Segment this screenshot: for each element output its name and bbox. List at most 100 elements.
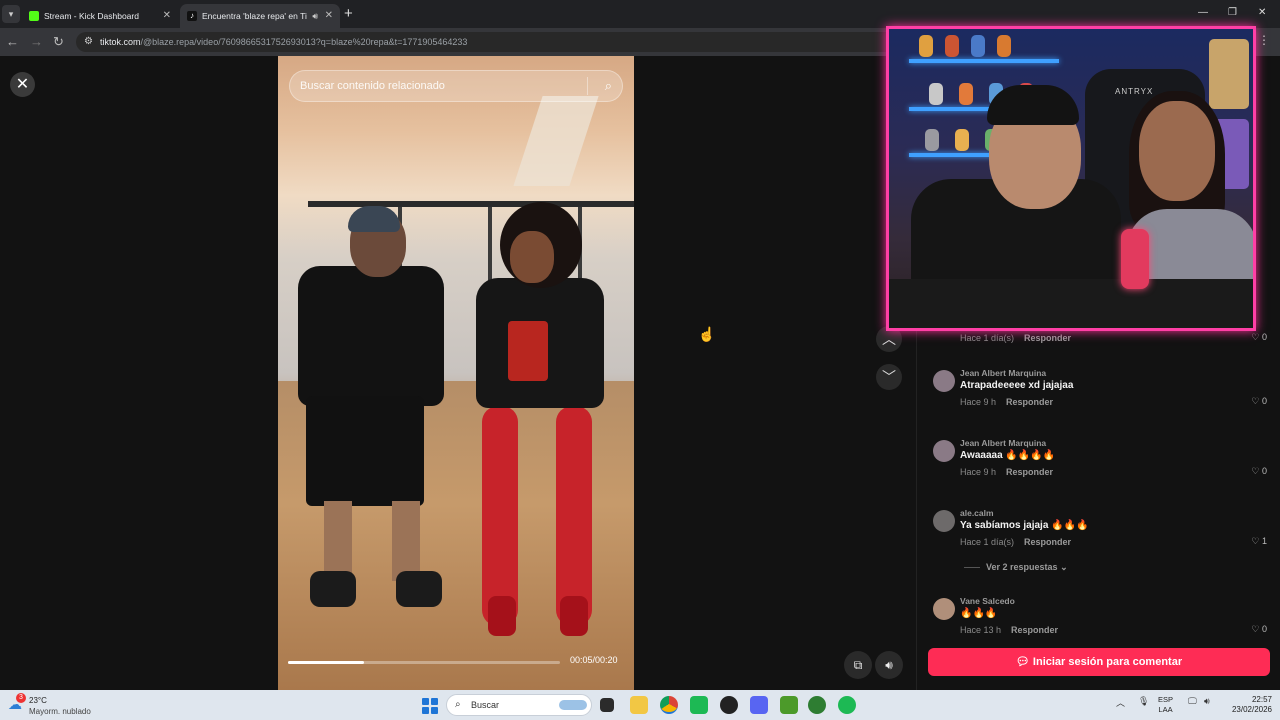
minimize-button[interactable]: — [1198, 4, 1208, 22]
comment-text: Awaaaaa 🔥🔥🔥🔥 [960, 450, 1056, 461]
weather-condition[interactable]: Mayorm. nublado [29, 707, 91, 716]
tab-title: Encuentra 'blaze repa' en Ti [202, 11, 307, 21]
tab-tiktok-search[interactable]: ♪ Encuentra 'blaze repa' en Ti 🔊︎ ✕ [180, 4, 340, 28]
chevron-down-icon: ⌄ [1060, 562, 1068, 572]
clock-date: 23/02/2026 [1231, 705, 1272, 714]
comment-username[interactable]: Vane Salcedo [960, 596, 1015, 606]
reply-button[interactable]: Responder [1011, 625, 1058, 635]
login-to-comment-button[interactable]: 💬︎ Iniciar sesión para comentar [928, 648, 1270, 676]
microphone [1121, 229, 1149, 289]
reply-button[interactable]: Responder [1006, 467, 1053, 477]
volume-icon[interactable]: 🔊︎ [875, 651, 903, 679]
lang-bottom: LAA [1158, 705, 1173, 714]
language-indicator[interactable]: ESP LAA [1158, 695, 1173, 715]
avatar[interactable] [933, 440, 955, 462]
url-field[interactable]: ⚙ tiktok.com/@blaze.repa/video/760986653… [76, 32, 896, 52]
site-info-icon[interactable]: ⚙ [84, 32, 93, 52]
view-replies-label: Ver 2 respuestas [986, 562, 1058, 572]
reply-button[interactable]: Responder [1024, 333, 1071, 343]
like-button[interactable]: ♡ 0 [1251, 624, 1267, 635]
windows-taskbar: ☁ 3 23°C Mayorm. nublado ⌕ Buscar ︿ 🎙︎ E… [0, 690, 1280, 720]
reload-icon[interactable]: ↻ [53, 33, 64, 51]
like-button[interactable]: ♡ 0 [1251, 332, 1267, 343]
speaker-icon[interactable]: 🔊︎ [309, 4, 318, 28]
like-button[interactable]: ♡ 1 [1251, 536, 1267, 547]
comment-time: Hace 9 h [960, 397, 997, 407]
video-time: 00:05/00:20 [570, 655, 618, 665]
like-button[interactable]: ♡ 0 [1251, 396, 1267, 407]
xbox-icon[interactable] [808, 696, 826, 714]
search-placeholder: Buscar contenido relacionado [300, 80, 445, 92]
close-video-button[interactable]: ✕ [10, 72, 35, 97]
new-tab-button[interactable]: + [344, 4, 353, 24]
url-path: /@blaze.repa/video/7609866531752693013?q… [140, 37, 468, 47]
dancer-man [298, 266, 444, 406]
back-arrow-icon[interactable]: ← [6, 33, 19, 51]
task-view-icon[interactable] [600, 698, 614, 712]
weather-temp[interactable]: 23°C [29, 696, 47, 705]
close-tab-icon[interactable]: ✕ [163, 4, 171, 28]
tab-kick-dashboard[interactable]: Stream - Kick Dashboard ✕ [22, 4, 178, 28]
forward-arrow-icon[interactable]: → [30, 33, 43, 51]
taskbar-search-label: Buscar [471, 700, 500, 710]
comment-text: Atrapadeeeee xd jajajaa [960, 380, 1074, 391]
like-button[interactable]: ♡ 0 [1251, 466, 1267, 477]
file-explorer-icon[interactable] [630, 696, 648, 714]
dancer-woman [482, 406, 518, 626]
comment-username[interactable]: ale.calm [960, 508, 994, 518]
search-icon[interactable]: ⌕ [605, 71, 612, 101]
chrome-icon[interactable] [660, 696, 678, 714]
next-video-button[interactable]: ﹀ [876, 364, 902, 390]
network-icon[interactable]: 🖵︎ [1188, 696, 1197, 707]
url-domain: tiktok.com [100, 37, 141, 47]
video-progress-bar[interactable] [288, 661, 560, 664]
volume-icon[interactable]: 🔊︎ [1204, 696, 1210, 707]
pip-icon[interactable]: ⧉ [844, 651, 872, 679]
taskbar-search[interactable]: ⌕ Buscar [446, 694, 592, 716]
tab-search-menu-button[interactable]: ▾ [2, 5, 20, 23]
related-search-input[interactable]: Buscar contenido relacionado ⌕ [289, 70, 623, 102]
tab-title: Stream - Kick Dashboard [44, 11, 139, 21]
comment-text: Ya sabíamos jajaja 🔥🔥🔥 [960, 520, 1089, 531]
comment-username[interactable]: Jean Albert Marquina [960, 368, 1046, 378]
chair-brand-logo: ANTRYX [1115, 87, 1154, 96]
close-tab-icon[interactable]: ✕ [325, 4, 333, 28]
login-button-label: Iniciar sesión para comentar [1032, 656, 1183, 668]
like-count: 0 [1261, 466, 1267, 476]
reply-button[interactable]: Responder [1006, 397, 1053, 407]
like-count: 0 [1261, 624, 1267, 634]
search-icon: ⌕ [455, 699, 461, 710]
browser-menu-icon[interactable]: ⋮ [1258, 33, 1270, 47]
close-window-button[interactable]: ✕ [1258, 4, 1266, 22]
comment-time: Hace 1 día(s) [960, 333, 1015, 343]
like-count: 1 [1261, 536, 1267, 546]
avatar[interactable] [933, 598, 955, 620]
obs-icon[interactable] [720, 696, 738, 714]
avatar[interactable] [933, 370, 955, 392]
comment-text: 🔥🔥🔥 [960, 608, 998, 619]
like-count: 0 [1261, 396, 1267, 406]
tiktok-favicon-icon: ♪ [187, 11, 197, 21]
minecraft-icon[interactable] [780, 696, 798, 714]
reply-button[interactable]: Responder [1024, 537, 1071, 547]
clock[interactable]: 22:57 23/02/2026 [1222, 695, 1272, 715]
browser-tab-bar: ▾ Stream - Kick Dashboard ✕ ♪ Encuentra … [0, 0, 1280, 28]
view-replies-button[interactable]: Ver 2 respuestas ⌄ [964, 562, 1068, 573]
webcam-overlay: ANTRYX [886, 26, 1256, 331]
chevron-up-icon[interactable]: ︿ [1116, 696, 1125, 709]
comment-time: Hace 9 h [960, 467, 997, 477]
weather-badge: 3 [16, 693, 26, 703]
spotify-icon[interactable] [838, 696, 856, 714]
start-button[interactable] [422, 698, 438, 714]
lang-top: ESP [1158, 695, 1174, 704]
avatar[interactable] [933, 510, 955, 532]
streamlabs-icon[interactable] [690, 696, 708, 714]
restore-button[interactable]: ❐ [1228, 4, 1237, 22]
video-progress-fill [288, 661, 365, 664]
comment-bubble-icon: 💬︎ [1015, 656, 1030, 668]
discord-icon[interactable] [750, 696, 768, 714]
clock-time: 22:57 [1251, 695, 1272, 704]
microphone-icon[interactable]: 🎙︎ [1138, 696, 1149, 707]
comment-username[interactable]: Jean Albert Marquina [960, 438, 1046, 448]
video-player[interactable]: Buscar contenido relacionado ⌕ 00:05/00:… [278, 56, 634, 690]
